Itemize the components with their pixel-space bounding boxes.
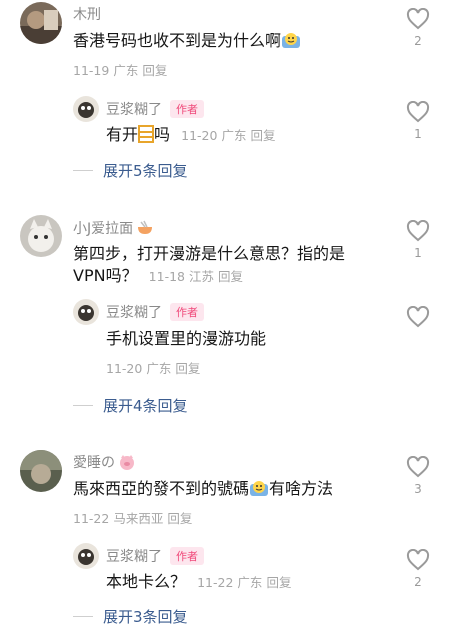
heart-outline-icon bbox=[406, 456, 430, 478]
like-button[interactable]: 2 bbox=[405, 549, 431, 589]
reply-text: 本地卡么？ 11-22 广东 回复 bbox=[106, 572, 292, 591]
like-button[interactable]: 2 bbox=[405, 8, 431, 48]
author-badge: 作者 bbox=[170, 100, 204, 118]
heart-outline-icon bbox=[406, 220, 430, 242]
comment-username[interactable]: 木刑 bbox=[73, 4, 101, 24]
reply-text: 手机设置里的漫游功能 bbox=[106, 329, 267, 348]
divider-line bbox=[73, 616, 93, 617]
heart-outline-icon bbox=[406, 549, 430, 571]
avatar[interactable] bbox=[73, 96, 99, 122]
avatar[interactable] bbox=[73, 299, 99, 325]
like-count: 1 bbox=[414, 127, 422, 141]
like-count: 1 bbox=[414, 246, 422, 260]
reply-button[interactable]: 回复 bbox=[218, 269, 243, 284]
comment-text: 馬來西亞的發不到的號碼 有啥方法 bbox=[73, 478, 333, 503]
comment-username: 小J爱拉面 bbox=[73, 218, 154, 240]
reply-button[interactable]: 回复 bbox=[175, 361, 200, 376]
ramen-emoji bbox=[136, 220, 154, 240]
reply-meta: 11-20 广东 回复 bbox=[106, 361, 201, 376]
like-button[interactable]: 1 bbox=[405, 101, 431, 141]
expand-replies-button[interactable]: 展开4条回复 bbox=[73, 395, 188, 416]
sweat-face-emoji bbox=[281, 31, 301, 55]
reply-button[interactable]: 回复 bbox=[167, 511, 192, 526]
like-count: 3 bbox=[414, 482, 422, 496]
expand-replies-button[interactable]: 展开5条回复 bbox=[73, 160, 188, 181]
heart-outline-icon bbox=[406, 8, 430, 30]
expand-replies-button[interactable]: 展开3条回复 bbox=[73, 606, 188, 627]
avatar[interactable] bbox=[73, 543, 99, 569]
like-button[interactable] bbox=[405, 306, 431, 328]
avatar[interactable] bbox=[20, 215, 62, 257]
chinese-character-emoji bbox=[138, 125, 155, 149]
like-count: 2 bbox=[414, 575, 422, 589]
sweat-face-emoji bbox=[249, 479, 269, 503]
reply-username: 豆浆糊了 作者 bbox=[106, 302, 204, 322]
comment-text-line2: VPN吗？ 11-18 江苏 回复 bbox=[73, 266, 244, 285]
comment-meta: 11-19 广东 回复 bbox=[73, 63, 168, 78]
reply-text: 有开吗 11-20 广东 回复 bbox=[106, 124, 275, 149]
avatar[interactable] bbox=[20, 2, 62, 44]
like-button[interactable]: 1 bbox=[405, 220, 431, 260]
like-count: 2 bbox=[414, 34, 422, 48]
reply-username: 豆浆糊了 作者 bbox=[106, 546, 204, 566]
avatar[interactable] bbox=[20, 450, 62, 492]
author-badge: 作者 bbox=[170, 547, 204, 565]
comment-text: 第四步，打开漫游是什么意思？指的是 bbox=[73, 244, 346, 263]
divider-line bbox=[73, 170, 93, 171]
comment-username: 愛睡の bbox=[73, 452, 136, 474]
like-button[interactable]: 3 bbox=[405, 456, 431, 496]
comment-text: 香港号码也收不到是为什么啊 bbox=[73, 30, 301, 55]
comment-meta: 11-22 马来西亚 回复 bbox=[73, 511, 193, 526]
reply-username: 豆浆糊了 作者 bbox=[106, 99, 204, 119]
reply-button[interactable]: 回复 bbox=[266, 575, 291, 590]
pig-emoji bbox=[118, 454, 136, 474]
heart-outline-icon bbox=[406, 306, 430, 328]
divider-line bbox=[73, 405, 93, 406]
author-badge: 作者 bbox=[170, 303, 204, 321]
reply-button[interactable]: 回复 bbox=[250, 128, 275, 143]
reply-button[interactable]: 回复 bbox=[142, 63, 167, 78]
heart-outline-icon bbox=[406, 101, 430, 123]
